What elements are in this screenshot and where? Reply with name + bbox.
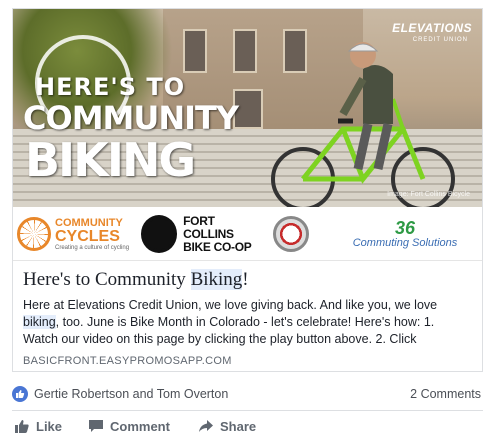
fort-collins-line2: BIKE CO-OP xyxy=(183,239,252,254)
thumbs-up-icon xyxy=(16,390,25,398)
image-credit: Image: Fort Collins Bicycle xyxy=(387,191,470,198)
title-highlight: Biking xyxy=(190,269,243,290)
hero-title-line3: BIKING xyxy=(25,133,196,187)
hero-image[interactable]: HERE'S TO COMMUNITY BIKING ELEVATIONS CR… xyxy=(13,9,482,207)
share-arrow-icon xyxy=(199,420,213,432)
link-description: Here at Elevations Credit Union, we love… xyxy=(23,297,472,348)
reaction-names[interactable]: Gertie Robertson and Tom Overton xyxy=(34,387,228,401)
community-cycles-logo: COMMUNITY CYCLES Creating a culture of c… xyxy=(17,213,139,255)
link-title[interactable]: Here's to Community Biking! xyxy=(23,269,472,291)
like-label: Like xyxy=(36,418,63,434)
cyclist-illustration xyxy=(271,42,455,207)
action-bar: Like Comment Share xyxy=(12,414,483,442)
window xyxy=(183,29,207,73)
commuting-solutions-logo: 36 Commuting Solutions xyxy=(335,213,475,255)
fort-collins-line1: FORT COLLINS xyxy=(183,213,234,241)
sponsor-logos: COMMUNITY CYCLES Creating a culture of c… xyxy=(13,207,482,261)
fort-collins-bike-coop-logo: FORT COLLINS BIKE CO-OP xyxy=(141,213,263,255)
comments-count[interactable]: 2 Comments xyxy=(410,387,481,401)
comment-icon xyxy=(89,420,103,432)
divider xyxy=(12,410,483,411)
desc-highlight: biking xyxy=(23,315,56,329)
desc-text-rest: , too. June is Bike Month in Colorado - … xyxy=(23,315,435,346)
thumbs-up-icon xyxy=(15,420,29,433)
desc-text: Here at Elevations Credit Union, we love… xyxy=(23,298,438,312)
commuting-number: 36 xyxy=(394,218,416,238)
elevations-logo: ELEVATIONS xyxy=(392,21,472,35)
elevations-logo-sub: CREDIT UNION xyxy=(412,37,468,43)
share-button[interactable]: Share xyxy=(198,418,256,434)
bike-wheel-icon xyxy=(17,217,51,251)
link-domain[interactable]: BASICFRONT.EASYPROMOSAPP.COM xyxy=(23,355,472,367)
commuting-label: Commuting Solutions xyxy=(352,237,458,249)
comment-button[interactable]: Comment xyxy=(88,418,170,434)
title-suffix: ! xyxy=(242,269,249,290)
community-cycles-tagline: Creating a culture of cycling xyxy=(55,244,130,251)
comment-label: Comment xyxy=(110,418,170,434)
like-reaction-icon[interactable] xyxy=(12,386,28,402)
gear-fist-icon xyxy=(141,215,178,253)
link-preview-card[interactable]: HERE'S TO COMMUNITY BIKING ELEVATIONS CR… xyxy=(12,8,483,372)
hero-title-line2: COMMUNITY xyxy=(23,99,239,137)
community-cycles-line1: COMMUNITY xyxy=(55,216,123,229)
share-label: Share xyxy=(220,418,257,434)
seal-icon xyxy=(273,216,309,252)
community-cycles-line2: CYCLES xyxy=(55,227,120,245)
link-text-area[interactable]: Here's to Community Biking! Here at Elev… xyxy=(13,261,482,367)
seal-logo xyxy=(271,213,311,255)
hero-title-line1: HERE'S TO xyxy=(35,73,186,101)
title-text: Here's to Community xyxy=(23,269,191,290)
reactions-bar: Gertie Robertson and Tom Overton 2 Comme… xyxy=(12,383,483,405)
like-button[interactable]: Like xyxy=(14,418,62,434)
